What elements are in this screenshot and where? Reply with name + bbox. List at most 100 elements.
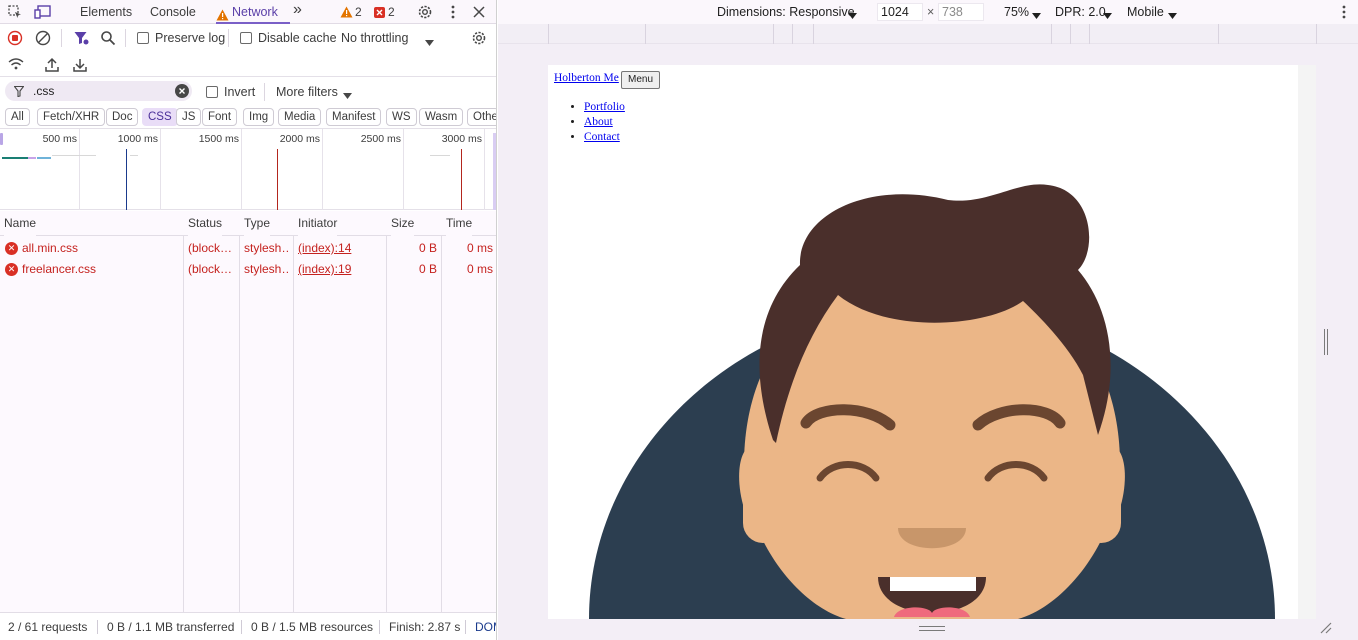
- network-settings-gear-icon[interactable]: [469, 28, 489, 48]
- emulated-page-viewport: Holberton Me Menu Portfolio About Contac…: [548, 65, 1316, 619]
- ruler-segment: [813, 24, 814, 44]
- filter-row: .css Invert More filters: [0, 78, 496, 105]
- status-divider: [379, 620, 380, 634]
- clear-log-icon[interactable]: [33, 28, 53, 48]
- status-divider: [97, 620, 98, 634]
- type-filter-doc[interactable]: Doc: [106, 108, 139, 126]
- type-filter-fetch-xhr[interactable]: Fetch/XHR: [37, 108, 106, 126]
- type-filter-ws[interactable]: WS: [386, 108, 417, 126]
- chevron-down-icon: [848, 8, 857, 22]
- chevron-down-icon: [343, 88, 352, 102]
- request-initiator-link[interactable]: (index):14: [298, 238, 383, 259]
- type-filter-media[interactable]: Media: [278, 108, 322, 126]
- resource-type-filter-bar: All Fetch/XHR Doc CSS JS Font Img Media Manifest…: [0, 105, 496, 129]
- status-divider: [465, 620, 466, 634]
- type-filter-font[interactable]: Font: [202, 108, 238, 126]
- timeline-bar: [130, 155, 138, 156]
- devtools-panel: Elements Console Network » 2 2 Preserve …: [0, 0, 497, 640]
- chevron-down-icon: [425, 35, 434, 49]
- request-type: stylesh…: [244, 241, 290, 255]
- settings-gear-icon[interactable]: [415, 2, 435, 22]
- request-time: 0 ms: [466, 262, 493, 276]
- device-options-kebab-icon[interactable]: [1334, 2, 1354, 22]
- tab-elements[interactable]: Elements: [80, 0, 132, 24]
- device-type-select[interactable]: Mobile: [1127, 3, 1164, 21]
- tab-console[interactable]: Console: [150, 0, 196, 24]
- toolbar-divider: [228, 29, 229, 47]
- more-tabs-button[interactable]: »: [293, 0, 302, 22]
- ruler-segment: [792, 24, 793, 44]
- toolbar-divider: [61, 29, 62, 47]
- search-icon[interactable]: [98, 28, 118, 48]
- resize-corner-icon[interactable]: [1320, 622, 1332, 637]
- network-request-table: Name Status Type Initiator Size Time ✕ a…: [0, 211, 496, 612]
- invert-checkbox[interactable]: [206, 86, 218, 98]
- type-filter-manifest[interactable]: Manifest: [326, 108, 382, 126]
- import-har-upload-icon[interactable]: [42, 54, 62, 74]
- timeline-bar: [28, 157, 36, 159]
- viewport-width-input[interactable]: 1024: [877, 3, 923, 21]
- timeline-bar: [52, 155, 96, 156]
- type-filter-othe[interactable]: Othe: [467, 108, 496, 126]
- disable-cache-checkbox[interactable]: [240, 32, 252, 44]
- chevron-down-icon: [1103, 8, 1112, 22]
- table-row[interactable]: ✕ freelancer.css (block… stylesh… (index…: [0, 259, 496, 280]
- request-initiator-link[interactable]: (index):19: [298, 259, 383, 280]
- timeline-left-handle[interactable]: [0, 133, 3, 145]
- tab-network[interactable]: Network: [216, 0, 290, 24]
- chevron-down-icon: [1168, 8, 1177, 22]
- dimension-separator: ×: [927, 5, 935, 19]
- export-har-download-icon[interactable]: [70, 54, 90, 74]
- close-devtools-icon[interactable]: [469, 2, 489, 22]
- throttling-select[interactable]: No throttling: [341, 31, 408, 45]
- column-header-status[interactable]: Status: [188, 211, 223, 236]
- column-header-time[interactable]: Time: [446, 211, 473, 236]
- resize-handle-right[interactable]: [1324, 329, 1328, 355]
- error-count-icon[interactable]: [374, 7, 385, 18]
- timeline-tick-label: 500 ms: [42, 133, 77, 145]
- table-header-row: Name Status Type Initiator Size Time: [0, 211, 496, 236]
- network-overview-timeline: 500 ms 1000 ms 1500 ms 2000 ms 2500 ms 3…: [0, 129, 496, 210]
- kebab-menu-icon[interactable]: [443, 2, 463, 22]
- media-query-ruler[interactable]: [498, 24, 1358, 44]
- filter-input[interactable]: .css: [33, 84, 54, 98]
- filter-input-box[interactable]: .css: [5, 81, 192, 101]
- zoom-select[interactable]: 75%: [1004, 3, 1029, 21]
- request-size: 0 B: [418, 241, 437, 255]
- warning-count: 2: [355, 5, 362, 19]
- network-conditions-wifi-icon[interactable]: [6, 54, 26, 74]
- type-filter-all[interactable]: All: [5, 108, 30, 126]
- clear-filter-icon[interactable]: [175, 84, 189, 98]
- viewport-height-input[interactable]: 738: [938, 3, 984, 21]
- timeline-right-handle[interactable]: [493, 133, 496, 210]
- timeline-bar: [37, 157, 51, 159]
- column-header-initiator[interactable]: Initiator: [298, 211, 338, 236]
- resize-handle-bottom[interactable]: [919, 626, 945, 631]
- dom-content-loaded-marker: [126, 149, 127, 210]
- network-status-bar: 2 / 61 requests 0 B / 1.1 MB transferred…: [0, 612, 496, 640]
- timeline-tick-label: 2500 ms: [360, 133, 401, 145]
- transferred-size: 0 B / 1.1 MB transferred: [107, 620, 235, 634]
- warning-count-icon[interactable]: [340, 6, 353, 18]
- table-row[interactable]: ✕ all.min.css (block… stylesh… (index):1…: [0, 238, 496, 259]
- record-stop-icon[interactable]: [5, 28, 25, 48]
- column-header-name[interactable]: Name: [4, 211, 37, 236]
- type-filter-wasm[interactable]: Wasm: [419, 108, 464, 126]
- type-filter-img[interactable]: Img: [243, 108, 275, 126]
- inspect-element-icon[interactable]: [5, 2, 25, 22]
- type-filter-css[interactable]: CSS: [142, 108, 178, 126]
- type-filter-js[interactable]: JS: [176, 108, 202, 126]
- timeline-bar: [2, 157, 28, 159]
- preserve-log-checkbox[interactable]: [137, 32, 149, 44]
- request-status: (block…: [188, 262, 233, 276]
- filter-funnel-icon[interactable]: [71, 28, 91, 48]
- device-toolbar-icon[interactable]: [33, 2, 53, 22]
- column-header-size[interactable]: Size: [391, 211, 415, 236]
- timeline-tick-label: 2000 ms: [279, 133, 320, 145]
- dpr-select[interactable]: DPR: 2.0: [1055, 3, 1106, 21]
- dimensions-select[interactable]: Dimensions: Responsive: [717, 3, 855, 21]
- network-toolbar-secondary: [0, 51, 496, 77]
- more-filters-button[interactable]: More filters: [276, 85, 338, 99]
- column-header-type[interactable]: Type: [244, 211, 271, 236]
- filter-funnel-icon: [13, 85, 25, 100]
